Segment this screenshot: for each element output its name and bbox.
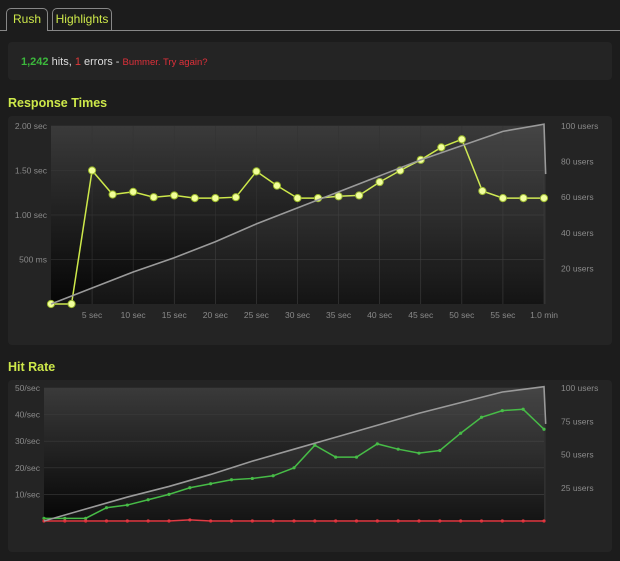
hr-y-tick-label: 40/sec [15, 410, 41, 420]
rt-y-tick-label: 1.50 sec [15, 166, 48, 176]
rt-data-point [129, 187, 138, 196]
rt-x-tick-label: 40 sec [367, 310, 393, 320]
rt-x-tick-label: 50 sec [449, 310, 475, 320]
rt-x-tick-label: 35 sec [326, 310, 352, 320]
response-times-title: Response Times [8, 96, 108, 110]
hr-y2-tick-label: 100 users [561, 383, 598, 393]
hit-rate-title: Hit Rate [8, 360, 56, 374]
hr-y2-tick-label: 75 users [561, 416, 594, 426]
rt-x-tick-label: 10 sec [121, 310, 147, 320]
rt-y-tick-label: 500 ms [19, 255, 47, 265]
rt-x-tick-label: 30 sec [285, 310, 311, 320]
rt-y2-tick-label: 60 users [561, 192, 594, 202]
errors-label: errors - [80, 56, 123, 68]
hits-count: 1,242 [21, 56, 49, 68]
rt-y2-tick-label: 80 users [561, 157, 594, 167]
rt-data-point [170, 191, 179, 200]
rt-data-point [149, 193, 158, 202]
rt-data-point [272, 181, 282, 190]
rt-y2-tick-label: 100 users [561, 121, 598, 131]
hr-y-tick-label: 20/sec [15, 463, 41, 473]
rt-x-tick-label: 5 sec [82, 310, 103, 320]
rt-y2-tick-label: 20 users [561, 263, 594, 273]
rt-x-tick-label: 20 sec [203, 310, 229, 320]
tab-bar: Rush Highlights [0, 0, 620, 31]
rt-x-tick-label: 45 sec [408, 310, 434, 320]
response-times-chart: 500 ms 1.00 sec 1.50 sec 2.00 sec 20 users 40… [15, 121, 598, 320]
rt-y-tick-label: 1.00 sec [15, 210, 48, 220]
hr-y2-tick-label: 25 users [561, 483, 594, 493]
rt-y-tick-label: 2.00 sec [15, 121, 48, 131]
rt-x-tick-label: 25 sec [244, 310, 270, 320]
hr-y-tick-label: 50/sec [15, 383, 41, 393]
tab-rush[interactable]: Rush [6, 8, 48, 31]
hr-y-tick-label: 30/sec [15, 436, 41, 446]
rt-x-tick-label: 1.0 min [530, 310, 558, 320]
rt-data-point [87, 166, 97, 175]
rt-data-point [293, 193, 302, 203]
rt-data-point [211, 193, 220, 203]
hr-y-tick-label: 10/sec [15, 489, 41, 499]
result-message: Bummer. Try again? [122, 57, 208, 68]
rt-data-point [457, 135, 466, 144]
hr-y2-tick-label: 50 users [561, 450, 594, 460]
rt-y2-tick-label: 40 users [561, 228, 594, 238]
hit-rate-chart: 10/sec 20/sec 30/sec 40/sec 50/sec 25 users 50… [15, 383, 598, 523]
rt-x-tick-label: 15 sec [162, 310, 188, 320]
hits-label: hits, [48, 56, 75, 68]
result-summary: 1,242 hits, 1 errors - Bummer. Try again… [8, 42, 612, 80]
rt-data-point [190, 193, 199, 203]
rt-data-point [108, 190, 117, 199]
tab-highlights[interactable]: Highlights [52, 8, 112, 30]
rt-data-point [231, 193, 240, 202]
hit-rate-panel: 10/sec 20/sec 30/sec 40/sec 50/sec 25 users 50… [8, 380, 612, 552]
response-times-panel: 500 ms 1.00 sec 1.50 sec 2.00 sec 20 users 40… [8, 116, 612, 345]
rt-data-point [437, 143, 446, 152]
rt-data-point [252, 167, 261, 176]
rt-x-tick-label: 55 sec [490, 310, 516, 320]
